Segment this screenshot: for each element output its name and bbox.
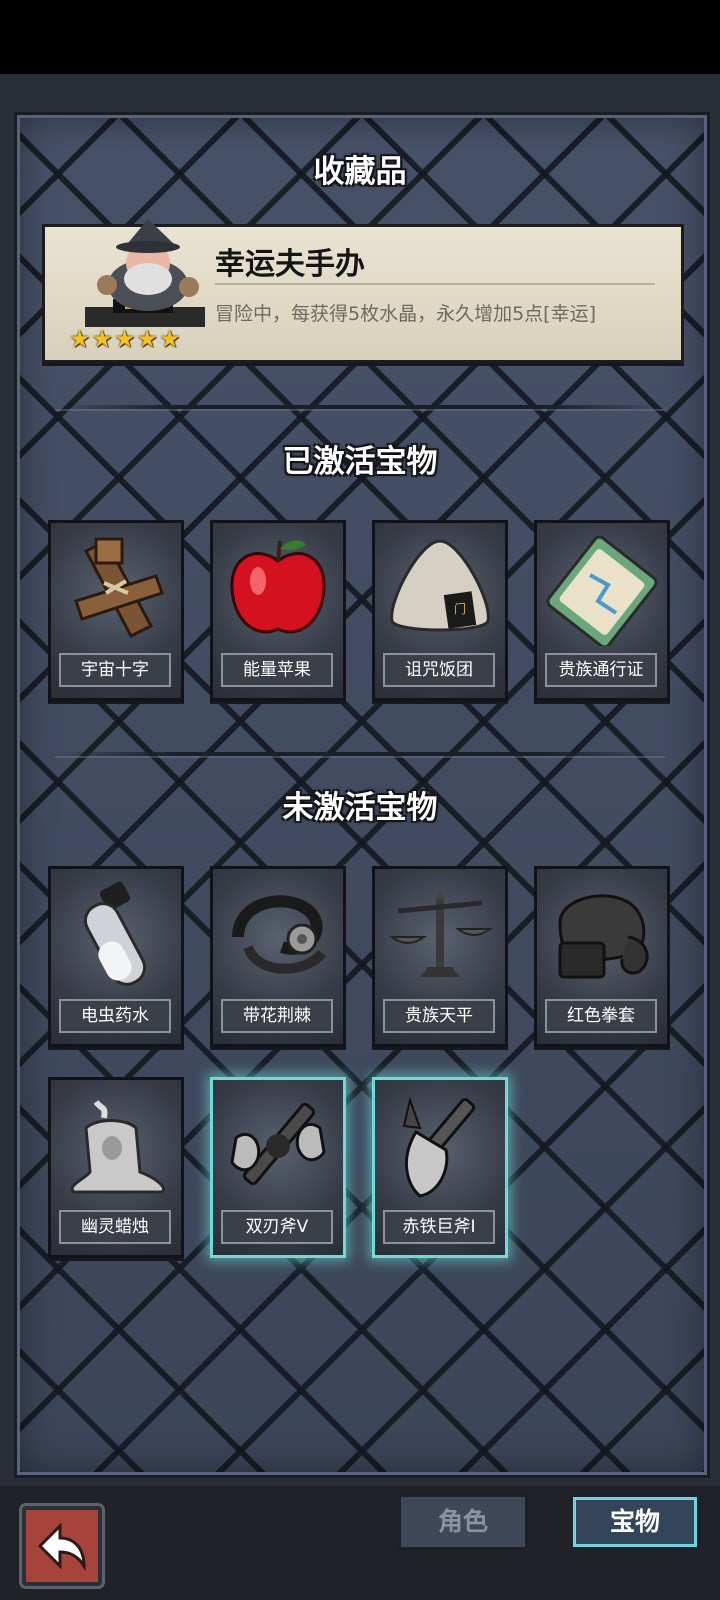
section-divider [55,405,665,409]
card-divider [215,283,655,285]
tile-label: 赤铁巨斧I [383,1210,495,1244]
tile-label: 红色拳套 [545,999,657,1033]
tile-label: 带花荆棘 [221,999,333,1033]
tile-label: 双刃斧V [221,1210,333,1244]
svg-text:门: 门 [454,601,466,616]
great-axe-icon [402,1096,476,1198]
boxing-glove-icon [558,894,649,979]
potion-vial-icon [83,881,147,986]
tab-role[interactable]: 角色 [398,1494,528,1550]
tile-label: 贵族通行证 [545,653,657,687]
page-title: 收藏品 [313,154,407,190]
ghost-candle-icon [70,1100,165,1194]
star-icon: ★ [136,325,159,353]
star-icon: ★ [91,325,114,353]
star-rating: ★ ★ ★ ★ ★ [69,327,181,351]
tab-treasure[interactable]: 宝物 [570,1494,700,1550]
status-bar [0,0,720,74]
treasure-tile-double-axe[interactable]: 双刃斧V [210,1077,346,1258]
treasure-tile-red-glove[interactable]: 红色拳套 [534,866,670,1047]
star-icon: ★ [159,325,181,353]
tile-label: 幽灵蜡烛 [59,1210,171,1244]
back-arrow-icon [37,1522,86,1572]
treasure-tile-bug-potion[interactable]: 电虫药水 [48,866,184,1047]
rice-ball-icon: 门 [390,539,490,632]
thorn-flower-icon [232,895,327,974]
tile-label: 电虫药水 [59,999,171,1033]
treasure-tile-great-axe[interactable]: 赤铁巨斧I [372,1077,508,1258]
collectible-name: 幸运夫手办 [215,247,365,282]
red-apple-icon [230,540,326,634]
collectible-description: 冒险中，每获得5枚水晶，永久增加5点[幸运] [215,303,597,325]
back-button[interactable] [22,1506,102,1586]
collectible-card[interactable]: ★ ★ ★ ★ ★ 幸运夫手办 冒险中，每获得5枚水晶，永久增加5点[幸运] [42,219,684,363]
balance-scale-icon [388,889,494,977]
star-icon: ★ [114,325,136,353]
active-section-title: 已激活宝物 [282,444,438,480]
treasure-tile-noble-scale[interactable]: 贵族天平 [372,866,508,1047]
treasure-tile-cosmic-cross[interactable]: 宇宙十字 [48,520,184,701]
section-divider [55,752,665,756]
treasure-tile-cursed-riceball[interactable]: 门 诅咒饭团 [372,520,508,701]
tile-label: 宇宙十字 [59,653,171,687]
treasure-tile-noble-pass[interactable]: 贵族通行证 [534,520,670,701]
tile-label: 能量苹果 [221,653,333,687]
treasure-tile-thorn-flower[interactable]: 带花荆棘 [210,866,346,1047]
tile-label: 贵族天平 [383,999,495,1033]
star-icon: ★ [69,325,91,353]
pass-card-icon [546,535,658,646]
inactive-section-title: 未激活宝物 [282,790,438,826]
treasure-tile-ghost-candle[interactable]: 幽灵蜡烛 [48,1077,184,1258]
treasure-tile-energy-apple[interactable]: 能量苹果 [210,520,346,701]
wooden-cross-icon [74,537,164,638]
double-axe-icon [230,1102,326,1186]
tile-label: 诅咒饭团 [383,653,495,687]
